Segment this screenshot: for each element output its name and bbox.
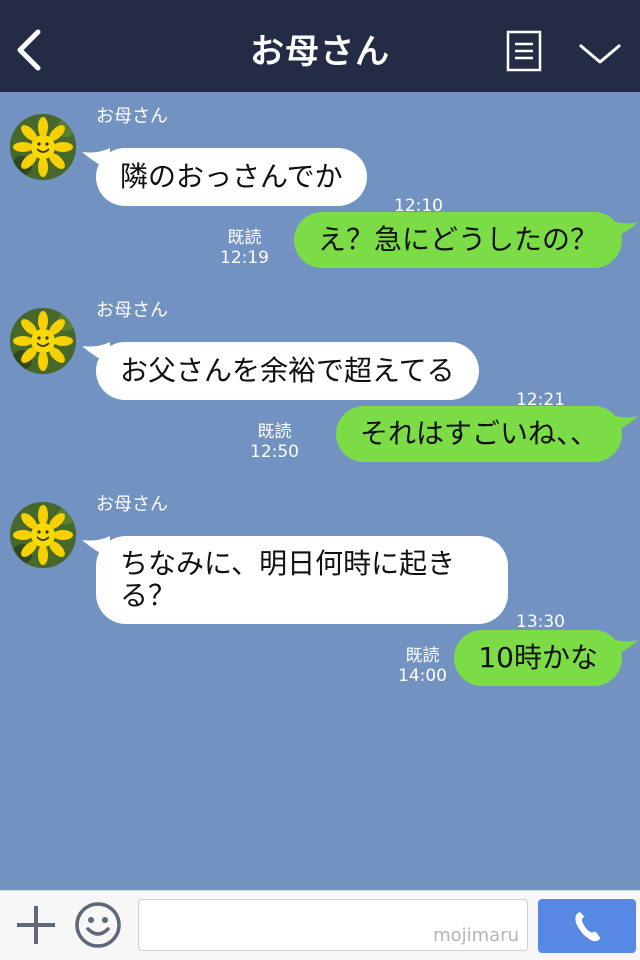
message-input[interactable]: mojimaru xyxy=(138,899,528,951)
notes-button[interactable] xyxy=(506,30,542,72)
sunflower-avatar-icon xyxy=(10,114,76,180)
read-receipt: 既読 12:50 xyxy=(250,422,299,462)
sunflower-avatar-icon xyxy=(10,308,76,374)
message-bubble-outgoing[interactable]: え？急にどうしたの？ xyxy=(293,212,622,268)
sender-name: お母さん xyxy=(96,494,168,515)
avatar[interactable] xyxy=(10,114,76,180)
read-label: 既読 xyxy=(405,646,440,666)
message-time: 13:30 xyxy=(516,612,565,632)
notes-icon xyxy=(506,30,542,72)
message-bubble-incoming[interactable]: 隣のおっさんでか xyxy=(96,148,367,206)
sunflower-avatar-icon xyxy=(10,502,76,568)
sender-name: お母さん xyxy=(96,300,168,321)
input-bar: mojimaru xyxy=(0,890,640,960)
add-button[interactable] xyxy=(14,903,58,947)
avatar[interactable] xyxy=(10,502,76,568)
message-bubble-incoming[interactable]: ちなみに、明日何時に起きる？ xyxy=(96,536,508,624)
chat-header: お母さん xyxy=(0,0,640,92)
message-time: 12:50 xyxy=(250,442,299,462)
phone-icon xyxy=(575,911,601,942)
plus-icon xyxy=(17,906,55,944)
message-time: 12:19 xyxy=(220,248,269,268)
message-bubble-incoming[interactable]: お父さんを余裕で超えてる xyxy=(96,342,479,400)
avatar[interactable] xyxy=(10,308,76,374)
message-time: 14:00 xyxy=(398,666,447,686)
read-label: 既読 xyxy=(257,422,292,442)
chevron-down-icon xyxy=(579,44,621,64)
message-bubble-outgoing[interactable]: 10時かな xyxy=(454,630,622,686)
chat-area: お母さん 隣のおっさんでか 12:10 既読 12:19 え？急にどうしたの？ xyxy=(0,92,640,890)
message-bubble-outgoing[interactable]: それはすごいね、、 xyxy=(335,406,622,462)
watermark-text: mojimaru xyxy=(433,925,519,946)
read-receipt: 既読 14:00 xyxy=(398,646,447,686)
emoji-icon xyxy=(75,902,121,948)
sender-name: お母さん xyxy=(96,106,168,127)
call-button[interactable] xyxy=(538,899,636,953)
read-receipt: 既読 12:19 xyxy=(220,228,269,268)
menu-toggle-button[interactable] xyxy=(578,40,622,68)
read-label: 既読 xyxy=(227,228,262,248)
chat-title: お母さん xyxy=(250,32,390,72)
emoji-button[interactable] xyxy=(74,901,122,949)
